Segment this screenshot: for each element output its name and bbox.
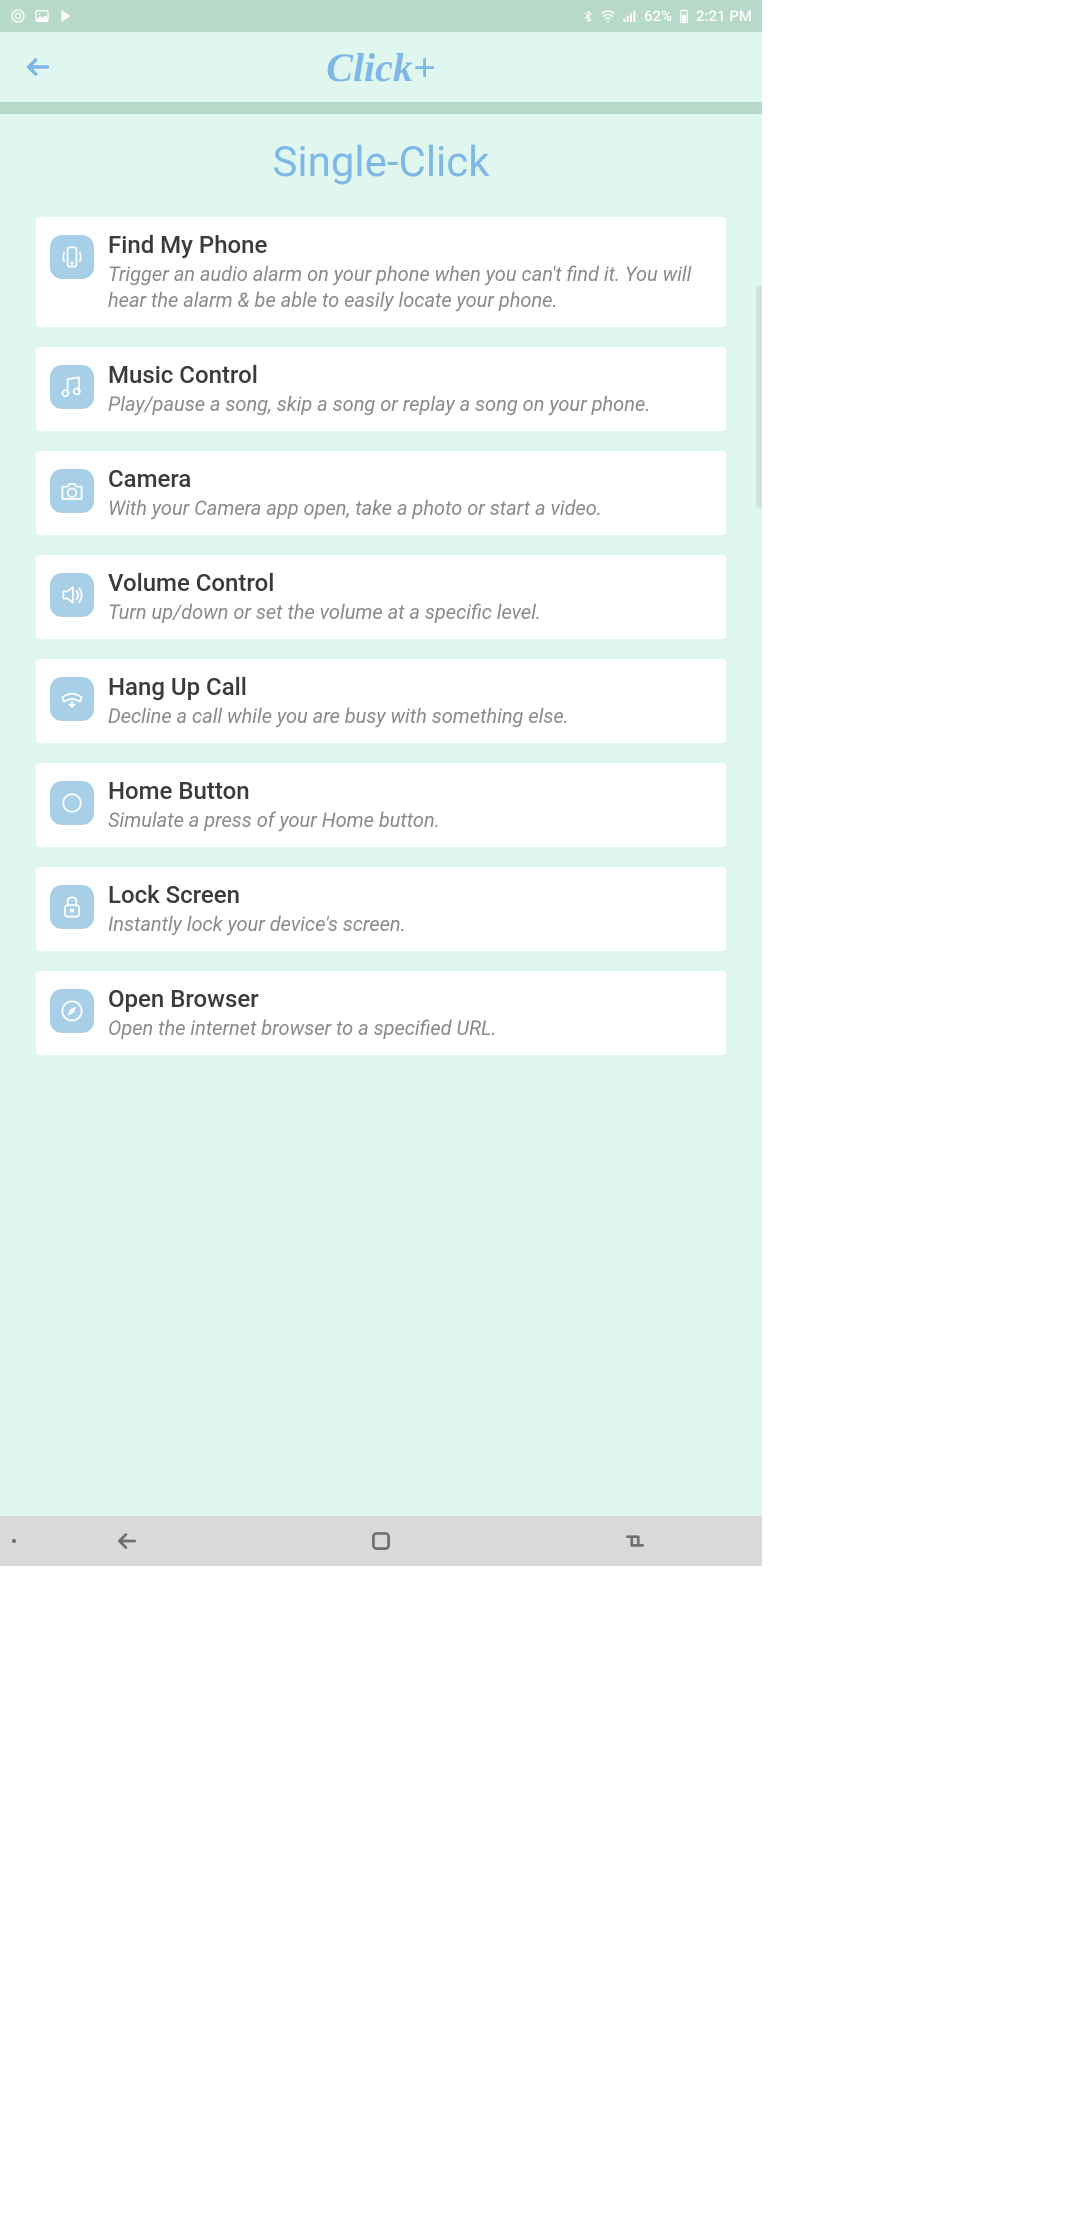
- app-screen: 62% 2:21 PM Click+ Single-Click Find My …: [0, 0, 762, 1566]
- lock-icon: [50, 885, 94, 929]
- system-nav-bar: [0, 1516, 762, 1566]
- action-title: Camera: [108, 465, 710, 493]
- action-camera[interactable]: Camera With your Camera app open, take a…: [36, 451, 726, 535]
- header-divider: [0, 102, 762, 114]
- nav-recents-button[interactable]: [619, 1525, 651, 1557]
- action-volume-control[interactable]: Volume Control Turn up/down or set the v…: [36, 555, 726, 639]
- camera-icon: [50, 469, 94, 513]
- circle-icon: [50, 781, 94, 825]
- status-left-icons: [10, 8, 74, 24]
- page-title: Single-Click: [36, 138, 726, 187]
- speaker-icon: [50, 573, 94, 617]
- action-lock-screen[interactable]: Lock Screen Instantly lock your device's…: [36, 867, 726, 951]
- action-open-browser[interactable]: Open Browser Open the internet browser t…: [36, 971, 726, 1055]
- action-home-button[interactable]: Home Button Simulate a press of your Hom…: [36, 763, 726, 847]
- status-right-icons: 62% 2:21 PM: [582, 7, 752, 25]
- action-desc: Open the internet browser to a specified…: [108, 1015, 710, 1041]
- action-desc: With your Camera app open, take a photo …: [108, 495, 710, 521]
- phone-ring-icon: [50, 235, 94, 279]
- action-title: Find My Phone: [108, 231, 710, 259]
- back-button[interactable]: [20, 49, 56, 85]
- action-desc: Turn up/down or set the volume at a spec…: [108, 599, 710, 625]
- image-icon: [34, 8, 50, 24]
- action-title: Lock Screen: [108, 881, 710, 909]
- app-header: Click+: [0, 32, 762, 102]
- phone-hangup-icon: [50, 677, 94, 721]
- nav-recents-icon: [622, 1528, 648, 1554]
- content-scroll[interactable]: Single-Click Find My Phone Trigger an au…: [0, 114, 762, 1516]
- action-title: Hang Up Call: [108, 673, 710, 701]
- nav-dot: [12, 1539, 16, 1543]
- action-find-my-phone[interactable]: Find My Phone Trigger an audio alarm on …: [36, 217, 726, 327]
- nav-back-icon: [114, 1528, 140, 1554]
- nav-home-icon: [368, 1528, 394, 1554]
- music-note-icon: [50, 365, 94, 409]
- action-desc: Instantly lock your device's screen.: [108, 911, 710, 937]
- battery-icon: [678, 8, 690, 24]
- action-music-control[interactable]: Music Control Play/pause a song, skip a …: [36, 347, 726, 431]
- action-desc: Play/pause a song, skip a song or replay…: [108, 391, 710, 417]
- clock-label: 2:21 PM: [696, 7, 752, 25]
- action-hang-up-call[interactable]: Hang Up Call Decline a call while you ar…: [36, 659, 726, 743]
- wifi-icon: [600, 8, 616, 24]
- nav-back-button[interactable]: [111, 1525, 143, 1557]
- signal-icon: [622, 8, 638, 24]
- action-title: Home Button: [108, 777, 710, 805]
- arrow-left-icon: [24, 53, 52, 81]
- action-list: Find My Phone Trigger an audio alarm on …: [36, 217, 726, 1075]
- target-icon: [10, 8, 26, 24]
- action-title: Music Control: [108, 361, 710, 389]
- battery-pct-label: 62%: [644, 7, 672, 25]
- status-bar: 62% 2:21 PM: [0, 0, 762, 32]
- action-title: Open Browser: [108, 985, 710, 1013]
- play-store-icon: [58, 8, 74, 24]
- bluetooth-icon: [582, 8, 594, 24]
- action-title: Volume Control: [108, 569, 710, 597]
- compass-icon: [50, 989, 94, 1033]
- scroll-indicator: [756, 286, 762, 508]
- app-title: Click+: [0, 44, 762, 91]
- action-desc: Simulate a press of your Home button.: [108, 807, 710, 833]
- nav-home-button[interactable]: [365, 1525, 397, 1557]
- action-desc: Trigger an audio alarm on your phone whe…: [108, 261, 710, 313]
- action-desc: Decline a call while you are busy with s…: [108, 703, 710, 729]
